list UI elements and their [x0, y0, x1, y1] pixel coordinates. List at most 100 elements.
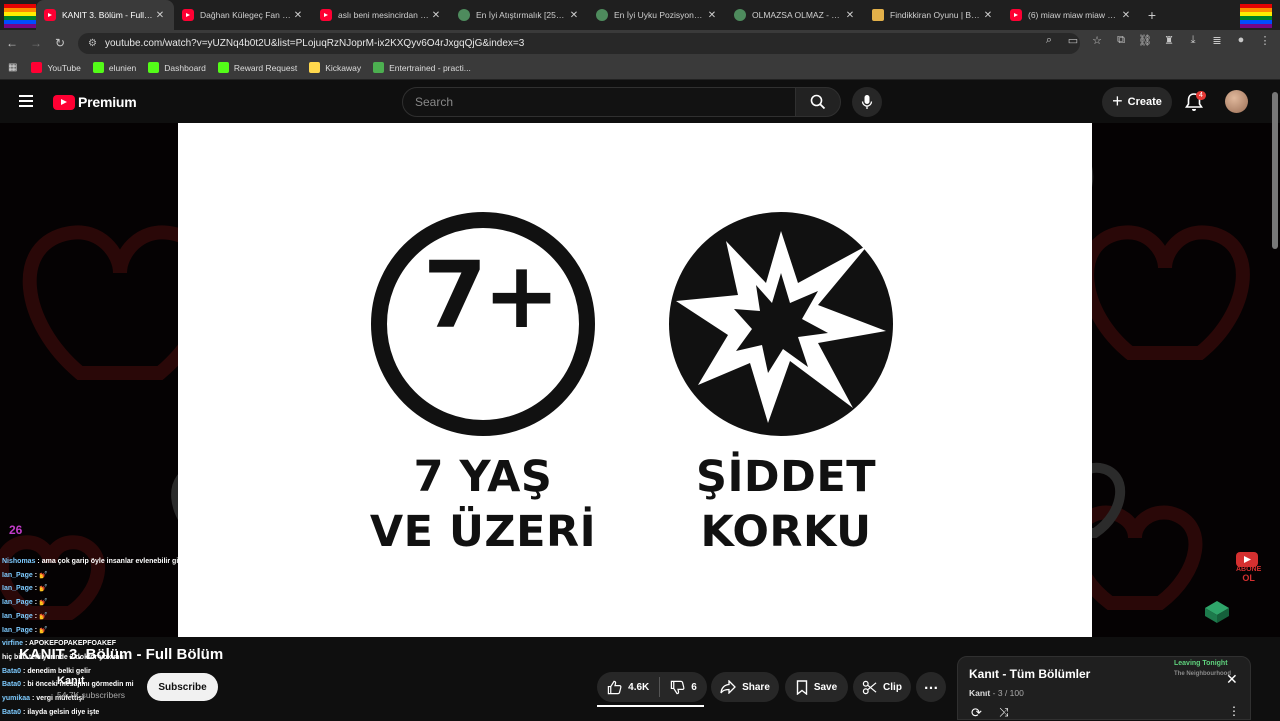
- next-up-channel: The Neighbourhood: [1174, 671, 1231, 677]
- age-rating-number: 7+: [423, 242, 560, 349]
- browser-tab[interactable]: Findikkiran Oyunu | Bedava✕: [864, 0, 1002, 30]
- tab-title: aslı beni mesincirdan arar: [338, 10, 430, 20]
- chat-text: 💅: [38, 571, 48, 579]
- reading-list-icon[interactable]: ≣: [1208, 34, 1226, 47]
- hamburger-menu-icon[interactable]: [19, 95, 33, 107]
- shuffle-icon[interactable]: ⤨: [999, 705, 1009, 720]
- playlist-panel: Kanıt - Tüm Bölümler Kanıt - 3 / 100 Lea…: [957, 656, 1251, 720]
- bookmark-star-icon[interactable]: ☆: [1088, 34, 1106, 47]
- rainbow-flag-decoration: [4, 4, 36, 28]
- like-count[interactable]: 4.6K: [628, 682, 649, 693]
- tab-title: En İyi Uyku Pozisyonu #1: [614, 10, 706, 20]
- cast-icon[interactable]: ▭: [1064, 34, 1082, 47]
- globe-favicon-icon: [458, 9, 470, 21]
- tab-title: OLMAZSA OLMAZ - Tier: [752, 10, 844, 20]
- browser-tab[interactable]: KANIT 3. Bölüm - Full Bölüm✕: [36, 0, 174, 30]
- save-button[interactable]: Save: [785, 672, 848, 702]
- new-tab-button[interactable]: +: [1140, 7, 1164, 23]
- voice-search-button[interactable]: [852, 87, 882, 117]
- more-actions-button[interactable]: …: [916, 672, 946, 702]
- url-bar[interactable]: ⚙ youtube.com/watch?v=yUZNq4b0t2U&list=P…: [78, 33, 1080, 54]
- nf-favicon-icon: [872, 9, 884, 21]
- browser-tab[interactable]: Dağhan Külegeç Fan - YouTube✕: [174, 0, 312, 30]
- bookmarks-bar: ▦ YouTube elunien Dashboard Reward Request K…: [0, 56, 1280, 80]
- subscribe-overlay-line2: OL: [1242, 573, 1255, 583]
- bookmark-item[interactable]: Entertrained - practi...: [373, 62, 471, 73]
- zoom-icon[interactable]: ⌕: [1040, 34, 1058, 47]
- reload-icon[interactable]: ↻: [48, 36, 72, 50]
- create-button[interactable]: + Create: [1102, 87, 1172, 117]
- search-button[interactable]: [795, 87, 841, 117]
- browser-tab[interactable]: En İyi Atıştırmalık [256] - Tier✕: [450, 0, 588, 30]
- subscriber-count: 54.7K subscribers: [57, 690, 126, 700]
- close-tab-icon[interactable]: ✕: [706, 10, 718, 21]
- close-tab-icon[interactable]: ✕: [568, 10, 580, 21]
- chat-username: Bata0: [2, 681, 22, 689]
- close-icon[interactable]: ✕: [1226, 671, 1238, 688]
- clip-label: Clip: [883, 681, 902, 693]
- dislike-icon[interactable]: [670, 680, 685, 695]
- tab-title: (6) miaw miaw miaw song: [1028, 10, 1120, 20]
- like-underline: [597, 705, 704, 707]
- next-up-preview[interactable]: Leaving Tonight The Neighbourhood: [1174, 659, 1234, 703]
- browser-tab[interactable]: En İyi Uyku Pozisyonu #1 ✕: [588, 0, 726, 30]
- close-tab-icon[interactable]: ✕: [844, 10, 856, 21]
- bookmark-label: Kickaway: [325, 62, 362, 73]
- share-icon: [720, 680, 737, 694]
- chat-message: Ian_Page : 💅: [2, 582, 242, 596]
- loop-icon[interactable]: ⟳: [971, 705, 982, 721]
- close-tab-icon[interactable]: ✕: [1120, 10, 1132, 21]
- bookmark-item[interactable]: YouTube: [31, 62, 81, 73]
- playlist-title[interactable]: Kanıt - Tüm Bölümler: [969, 667, 1090, 681]
- playlist-position: 3 / 100: [997, 688, 1024, 698]
- bookmark-item[interactable]: Reward Request: [217, 62, 298, 73]
- profile-icon[interactable]: ●: [1232, 34, 1250, 47]
- video-frame: 7+ 7 YAŞ VE ÜZERİ ŞİDDET KORKU: [178, 123, 1092, 637]
- search-input[interactable]: Search: [402, 87, 796, 117]
- clip-button[interactable]: Clip: [853, 672, 911, 702]
- close-tab-icon[interactable]: ✕: [154, 10, 166, 21]
- menu-icon[interactable]: ⋮: [1256, 34, 1274, 47]
- bookmark-label: Reward Request: [233, 62, 298, 73]
- avatar[interactable]: [1225, 90, 1248, 113]
- link-icon[interactable]: ⛓: [1136, 34, 1154, 47]
- channel-name[interactable]: Kanıt: [57, 675, 85, 687]
- close-tab-icon[interactable]: ✕: [982, 10, 994, 21]
- chess-icon[interactable]: ♜: [1160, 34, 1178, 47]
- browser-tab[interactable]: OLMAZSA OLMAZ - Tier ✕: [726, 0, 864, 30]
- video-title: KANIT 3. Bölüm - Full Bölüm: [19, 646, 224, 663]
- youtube-favicon-icon: [182, 9, 194, 21]
- extensions-icon[interactable]: ⧉: [1112, 34, 1130, 47]
- bookmark-item[interactable]: Dashboard: [148, 62, 206, 73]
- close-tab-icon[interactable]: ✕: [292, 10, 304, 21]
- page-scrollbar[interactable]: [1272, 92, 1278, 249]
- forward-icon[interactable]: →: [24, 36, 48, 50]
- microphone-icon: [861, 95, 873, 109]
- playlist-owner[interactable]: Kanıt: [969, 688, 990, 698]
- browser-tab[interactable]: aslı beni mesincirdan arar ✕: [312, 0, 450, 30]
- chat-username: Ian_Page: [2, 571, 33, 579]
- download-icon[interactable]: ⤓: [1184, 34, 1202, 47]
- apps-grid-icon[interactable]: ▦: [8, 62, 17, 73]
- close-tab-icon[interactable]: ✕: [430, 10, 442, 21]
- playlist-subtitle: Kanıt - 3 / 100: [969, 688, 1024, 698]
- chat-username: Ian_Page: [2, 585, 33, 593]
- overlay-score: 26: [9, 523, 23, 537]
- site-info-icon[interactable]: ⚙: [88, 38, 97, 49]
- browser-tab[interactable]: (6) miaw miaw miaw song ✕: [1002, 0, 1140, 30]
- next-up-title: Leaving Tonight: [1174, 660, 1228, 667]
- bookmark-item[interactable]: Kickaway: [309, 62, 361, 73]
- share-button[interactable]: Share: [711, 672, 779, 702]
- dislike-count[interactable]: 6: [691, 682, 697, 693]
- chat-text: 💅: [38, 612, 48, 620]
- bookmark-item[interactable]: elunien: [92, 62, 136, 73]
- like-icon[interactable]: [607, 680, 622, 695]
- kick-icon: [148, 62, 160, 73]
- playlist-more-icon[interactable]: ⋮: [1228, 704, 1240, 718]
- subscribe-button[interactable]: Subscribe: [147, 673, 218, 701]
- youtube-premium-logo[interactable]: Premium: [53, 94, 137, 110]
- kick-icon: [217, 62, 229, 73]
- chat-username: yumikaa: [2, 695, 31, 703]
- globe-favicon-icon: [734, 9, 746, 21]
- back-icon[interactable]: ←: [0, 36, 24, 50]
